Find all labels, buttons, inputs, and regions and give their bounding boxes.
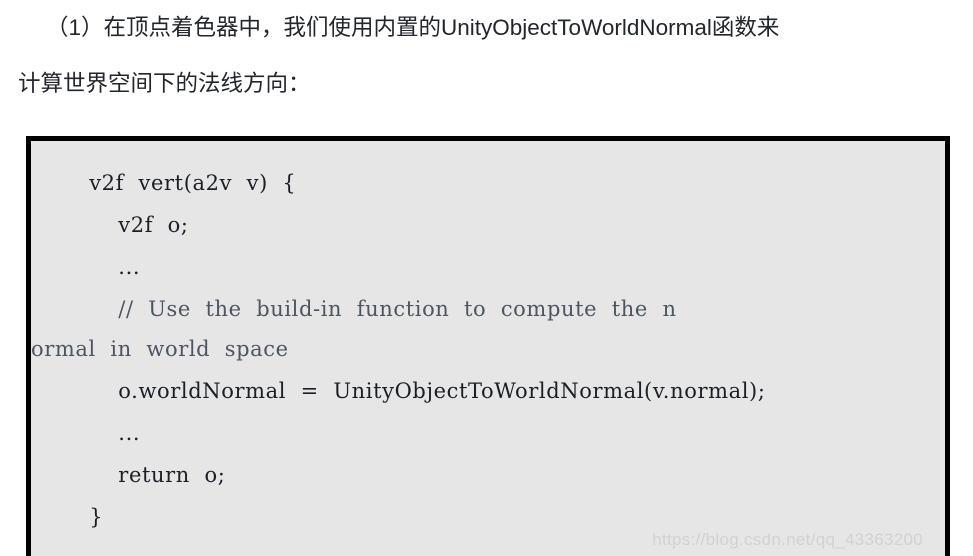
- code-block-content: v2f vert(a2v v) { v2f o; ... // Use the …: [31, 163, 945, 556]
- code-line: v2f vert(a2v v) {: [31, 171, 297, 195]
- code-line: }: [31, 505, 104, 529]
- code-line-comment-wrap: ormal in world space: [31, 337, 289, 361]
- code-line: ...: [31, 255, 141, 279]
- code-line: v2f o;: [31, 213, 189, 237]
- code-line: ...: [31, 421, 141, 445]
- code-line-comment: // Use the build-in function to compute …: [31, 297, 677, 321]
- paragraph-line-2: 计算世界空间下的法线方向：: [18, 71, 311, 96]
- code-line: o.worldNormal = UnityObjectToWorldNormal…: [31, 379, 766, 403]
- paragraph-line-1: （1）在顶点着色器中，我们使用内置的UnityObjectToWorldNorm…: [46, 15, 780, 40]
- code-block: v2f vert(a2v v) { v2f o; ... // Use the …: [26, 136, 950, 556]
- article-paragraph: （1）在顶点着色器中，我们使用内置的UnityObjectToWorldNorm…: [0, 0, 973, 112]
- code-line: return o;: [31, 463, 226, 487]
